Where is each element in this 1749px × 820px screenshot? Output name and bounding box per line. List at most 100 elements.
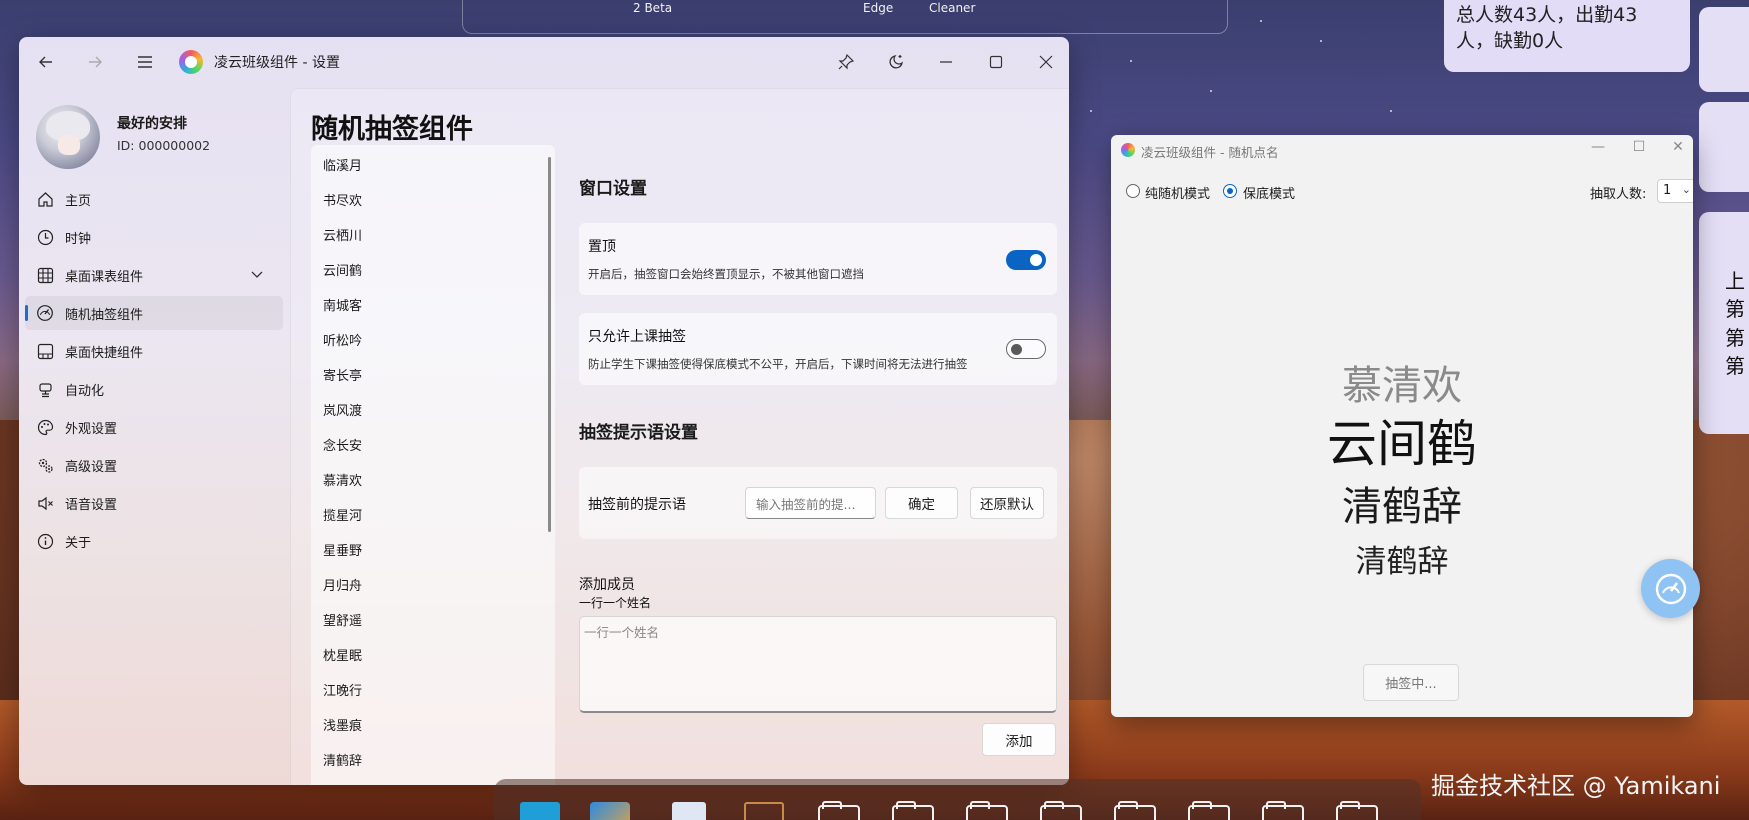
random-pick-window: 凌云班级组件 - 随机点名 — ☐ ✕ 纯随机模式 保底模式 抽取人数: 1 ⌄… xyxy=(1111,135,1693,717)
nav-item-random-pick-widget[interactable]: 随机抽签组件 xyxy=(25,296,283,330)
shortcut-icon xyxy=(35,341,55,361)
list-item[interactable]: 云间鹤 xyxy=(323,260,362,279)
hint-setting-card: 抽签前的提示语 输入抽签前的提... 确定 还原默认 xyxy=(579,467,1057,539)
close-icon[interactable] xyxy=(1033,49,1059,75)
class-only-toggle[interactable] xyxy=(1006,339,1046,359)
guarantee-mode-label[interactable]: 保底模式 xyxy=(1243,183,1295,202)
avatar[interactable] xyxy=(36,105,100,169)
list-item[interactable]: 云栖川 xyxy=(323,225,362,244)
minimize-icon[interactable]: — xyxy=(1587,139,1609,155)
folder-icon[interactable] xyxy=(818,801,860,820)
topmost-setting-card: 置顶 开启后，抽签窗口会始终置顶显示，不被其他窗口遮挡 xyxy=(579,223,1057,295)
schedule-text: 第 xyxy=(1725,297,1745,321)
desktop-shortcut-strip: 2 Beta Edge Cleaner xyxy=(462,0,1228,34)
folder-icon[interactable] xyxy=(1262,801,1304,820)
hint-settings-heading: 抽签提示语设置 xyxy=(579,423,698,443)
nav-label: 主页 xyxy=(65,193,92,209)
member-names-textarea[interactable]: 一行一个姓名 xyxy=(579,616,1057,713)
nav-item-automation[interactable]: 自动化 xyxy=(25,372,283,406)
nav-item-voice[interactable]: 语音设置 xyxy=(25,486,283,520)
chart-app-icon[interactable] xyxy=(590,802,630,820)
reset-default-button[interactable]: 还原默认 xyxy=(970,487,1044,519)
shortcut-label[interactable]: Edge xyxy=(863,1,893,15)
desktop-app-icon[interactable] xyxy=(520,802,560,820)
content-pane: 随机抽签组件 临溪月 书尽欢 云栖川 云间鹤 南城客 听松吟 寄长亭 岚风渡 念… xyxy=(290,88,1069,785)
pick-count-select[interactable]: 1 ⌄ xyxy=(1657,179,1693,203)
palette-icon xyxy=(35,417,55,437)
chevron-down-icon[interactable] xyxy=(251,268,263,283)
nav-item-about[interactable]: 关于 xyxy=(25,524,283,558)
schedule-text: 第 xyxy=(1725,354,1745,378)
back-icon[interactable] xyxy=(33,49,59,75)
folder-icon[interactable] xyxy=(1114,801,1156,820)
list-item[interactable]: 听松吟 xyxy=(323,330,362,349)
list-item[interactable]: 临溪月 xyxy=(323,155,362,174)
folder-icon[interactable] xyxy=(892,801,934,820)
gears-icon xyxy=(35,455,55,475)
side-widget xyxy=(1699,102,1749,192)
list-item[interactable]: 月归舟 xyxy=(323,575,362,594)
speedometer-icon xyxy=(35,303,55,323)
list-scrollbar[interactable] xyxy=(548,157,551,532)
name-list[interactable]: 临溪月 书尽欢 云栖川 云间鹤 南城客 听松吟 寄长亭 岚风渡 念长安 慕清欢 … xyxy=(311,145,555,785)
folder-icon[interactable] xyxy=(1188,801,1230,820)
list-item[interactable]: 枕星眠 xyxy=(323,645,362,664)
confirm-button[interactable]: 确定 xyxy=(885,487,958,519)
random-mode-radio[interactable] xyxy=(1126,184,1140,198)
nav-label: 桌面课表组件 xyxy=(65,269,144,285)
page-title: 随机抽签组件 xyxy=(311,114,473,145)
grid-icon xyxy=(35,265,55,285)
list-item[interactable]: 念长安 xyxy=(323,435,362,454)
add-member-button[interactable]: 添加 xyxy=(982,723,1056,756)
settings-window: 凌云班级组件 - 设置 最好的安排 ID: 000000002 主页 时钟 桌面… xyxy=(19,37,1069,785)
folder-icon[interactable] xyxy=(1336,801,1378,820)
pick-button[interactable]: 抽签中... xyxy=(1363,664,1459,701)
class-only-setting-card: 只允许上课抽签 防止学生下课抽签使得保底模式不公平，开启后，下课时间将无法进行抽… xyxy=(579,313,1057,385)
random-mode-label[interactable]: 纯随机模式 xyxy=(1145,183,1210,202)
recycle-bin-icon[interactable] xyxy=(672,802,706,820)
folder-icon[interactable] xyxy=(1040,801,1082,820)
shortcut-label[interactable]: Cleaner xyxy=(929,1,975,15)
guarantee-mode-radio[interactable] xyxy=(1223,184,1237,198)
minimize-icon[interactable] xyxy=(933,49,959,75)
nav-label: 外观设置 xyxy=(65,421,118,437)
list-item[interactable]: 南城客 xyxy=(323,295,362,314)
setting-desc: 开启后，抽签窗口会始终置顶显示，不被其他窗口遮挡 xyxy=(588,267,864,281)
user-id: ID: 000000002 xyxy=(117,138,211,153)
nav-item-timetable-widget[interactable]: 桌面课表组件 xyxy=(25,258,283,292)
topmost-toggle[interactable] xyxy=(1006,250,1046,270)
nav-label: 语音设置 xyxy=(65,497,118,513)
menu-icon[interactable] xyxy=(132,49,158,75)
nav-item-advanced[interactable]: 高级设置 xyxy=(25,448,283,482)
list-item[interactable]: 慕清欢 xyxy=(323,470,362,489)
nav-label: 时钟 xyxy=(65,231,92,247)
hint-input[interactable]: 输入抽签前的提... xyxy=(745,487,876,519)
pin-icon[interactable] xyxy=(833,49,859,75)
package-icon[interactable] xyxy=(744,802,784,820)
list-item[interactable]: 清鹤辞 xyxy=(323,750,362,769)
forward-icon[interactable] xyxy=(82,49,108,75)
active-indicator xyxy=(25,305,28,321)
floating-random-pick-button[interactable] xyxy=(1641,559,1700,618)
list-item[interactable]: 揽星河 xyxy=(323,505,362,524)
close-icon[interactable]: ✕ xyxy=(1667,139,1689,155)
maximize-icon[interactable]: ☐ xyxy=(1628,139,1650,155)
list-item[interactable]: 星垂野 xyxy=(323,540,362,559)
maximize-icon[interactable] xyxy=(983,49,1009,75)
list-item[interactable]: 望舒遥 xyxy=(323,610,362,629)
list-item[interactable]: 江晚行 xyxy=(323,680,362,699)
list-item[interactable]: 浅墨痕 xyxy=(323,715,362,734)
theme-toggle-icon[interactable] xyxy=(883,49,909,75)
folder-icon[interactable] xyxy=(966,801,1008,820)
shortcut-label[interactable]: 2 Beta xyxy=(633,1,672,15)
nav-item-appearance[interactable]: 外观设置 xyxy=(25,410,283,444)
schedule-text: 第 xyxy=(1725,326,1745,350)
nav-item-home[interactable]: 主页 xyxy=(25,182,283,216)
list-item[interactable]: 书尽欢 xyxy=(323,190,362,209)
speaker-icon xyxy=(35,493,55,513)
nav-item-shortcut-widget[interactable]: 桌面快捷组件 xyxy=(25,334,283,368)
list-item[interactable]: 岚风渡 xyxy=(323,400,362,419)
nav-item-clock[interactable]: 时钟 xyxy=(25,220,283,254)
list-item[interactable]: 寄长亭 xyxy=(323,365,362,384)
side-widget xyxy=(1699,7,1749,92)
